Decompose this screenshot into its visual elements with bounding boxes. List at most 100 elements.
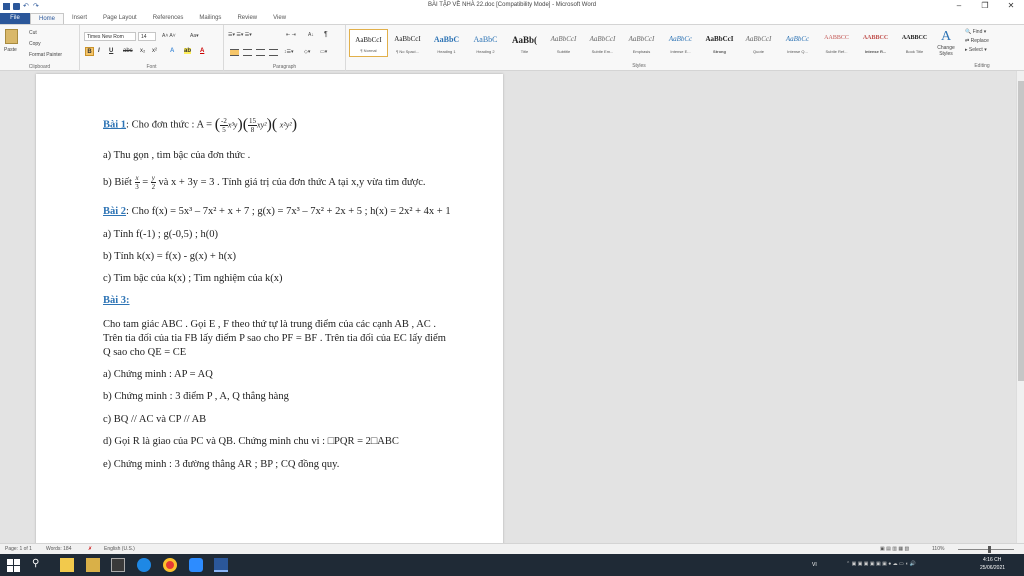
word-taskbar-icon[interactable] xyxy=(214,558,228,572)
justify-icon[interactable] xyxy=(269,49,278,56)
find-button[interactable]: 🔍 Find ▾ xyxy=(965,28,989,37)
tab-file[interactable]: File xyxy=(0,13,30,24)
zoom-app-icon[interactable] xyxy=(189,558,203,572)
language-indicator[interactable]: English (U.S.) xyxy=(104,546,135,552)
style-name: Quote xyxy=(753,49,764,54)
edge-icon[interactable] xyxy=(137,558,151,572)
line-spacing-icon[interactable]: ↕☰▾ xyxy=(284,49,294,55)
format-painter-button[interactable]: Format Painter xyxy=(29,52,62,58)
tab-home[interactable]: Home xyxy=(30,13,65,24)
style-sample: AaBbCcI xyxy=(550,35,577,43)
paste-icon[interactable] xyxy=(5,29,18,44)
style-name: ¶ Normal xyxy=(360,48,377,53)
file-explorer-icon[interactable] xyxy=(60,558,74,572)
style-subtitle[interactable]: AaBbCcI Subtitle xyxy=(544,29,583,57)
style-subtle-reference[interactable]: AABBCC Subtle Ref... xyxy=(817,29,856,57)
windows-start-icon[interactable] xyxy=(6,558,20,572)
close-button[interactable]: ✕ xyxy=(998,0,1024,12)
style-name: Subtle Em... xyxy=(591,49,614,54)
style-sample: AaBbCcI xyxy=(745,35,772,43)
align-center-icon[interactable] xyxy=(243,49,252,56)
style-strong[interactable]: AaBbCcI Strong xyxy=(700,29,739,57)
scrollbar-thumb[interactable] xyxy=(1018,81,1024,381)
style-emphasis[interactable]: AaBbCcI Emphasis xyxy=(622,29,661,57)
clock-time[interactable]: 4:16 CH xyxy=(983,557,1001,563)
ribbon: Paste Cut Copy Format Painter Clipboard … xyxy=(0,24,1024,71)
style-title[interactable]: AaBb(Title xyxy=(505,29,544,57)
zoom-slider[interactable] xyxy=(958,546,1014,553)
store-icon[interactable] xyxy=(86,558,100,572)
replace-button[interactable]: ⇄ Replace xyxy=(965,37,989,46)
bai3-d: d) Gọi R là giao của PC và QB. Chứng min… xyxy=(103,436,399,447)
paste-button[interactable]: Paste xyxy=(4,47,17,53)
tab-references[interactable]: References xyxy=(145,13,192,24)
clipboard-group: Paste Cut Copy Format Painter Clipboard xyxy=(0,25,80,71)
bullets-icon[interactable]: ☰▾ ☰▾ ☰▾ xyxy=(228,32,252,38)
style-heading-1[interactable]: AaBbC Heading 1 xyxy=(427,29,466,57)
style-intense-quote[interactable]: AaBbCc Intense Q... xyxy=(778,29,817,57)
select-button[interactable]: ▸ Select ▾ xyxy=(965,46,989,55)
superscript-button[interactable]: x² xyxy=(152,48,157,54)
font-color-icon[interactable]: A xyxy=(200,48,204,54)
highlight-icon[interactable]: ab xyxy=(184,48,192,54)
tray-icons[interactable]: ⌃ ▣ ▣ ▣ ▣ ▣ ▣ ● ☁ ▭ ◖ 🔊 xyxy=(846,561,916,567)
align-left-icon[interactable] xyxy=(230,49,239,56)
style-intense-emphasis[interactable]: AaBbCc Intense E... xyxy=(661,29,700,57)
change-styles-label: Change Styles xyxy=(937,45,955,57)
tab-view[interactable]: View xyxy=(265,13,294,24)
proofing-icon[interactable]: ✗ xyxy=(88,546,92,552)
copy-button[interactable]: Copy xyxy=(29,41,41,47)
tab-review[interactable]: Review xyxy=(229,13,265,24)
style-heading-2[interactable]: AaBbC Heading 2 xyxy=(466,29,505,57)
grow-font-icon[interactable]: A˄ A˅ xyxy=(162,33,176,39)
style-quote[interactable]: AaBbCcI Quote xyxy=(739,29,778,57)
view-buttons-icon[interactable]: ▣ ▤ ▥ ▦ ▧ xyxy=(880,546,909,552)
zoom-slider-knob[interactable] xyxy=(988,546,991,553)
italic-button[interactable]: I xyxy=(98,48,100,54)
borders-icon[interactable]: ▭▾ xyxy=(320,49,327,55)
align-right-icon[interactable] xyxy=(256,49,265,56)
style-subtle-emphasis[interactable]: AaBbCcI Subtle Em... xyxy=(583,29,622,57)
change-styles-button[interactable]: A Change Styles xyxy=(932,29,960,57)
shading-icon[interactable]: ◇▾ xyxy=(304,49,310,55)
sort-icon[interactable]: A↓ xyxy=(308,32,314,38)
font-name-dropdown[interactable]: Times New Rom xyxy=(84,32,136,41)
calculator-icon[interactable] xyxy=(111,558,125,572)
document-page[interactable]: Bài 1: Cho đơn thức : A = (-2 5 x³y)(15 8 xy… xyxy=(36,74,503,543)
cut-button[interactable]: Cut xyxy=(29,30,37,36)
tab-page-layout[interactable]: Page Layout xyxy=(95,13,145,24)
style-no-spacing[interactable]: AaBbCcI ¶ No Spaci... xyxy=(388,29,427,57)
chrome-icon[interactable] xyxy=(163,558,177,572)
underline-button[interactable]: U xyxy=(109,48,113,54)
bai1-b-pre: b) Biết xyxy=(103,176,132,188)
title-bar: ↶ ↷ BÀI TẬP VỀ NHÀ 22.doc [Compatibility… xyxy=(0,0,1024,12)
bai3-e: e) Chứng minh : 3 đường thẳng AR ; BP ; … xyxy=(103,459,340,470)
search-icon[interactable]: ⚲ xyxy=(32,558,46,572)
page-count[interactable]: Page: 1 of 1 xyxy=(5,546,32,552)
strikethrough-button[interactable]: abc xyxy=(123,48,133,54)
minimize-button[interactable]: – xyxy=(946,0,972,12)
style-intense-reference[interactable]: AABBCC Intense R... xyxy=(856,29,895,57)
clock-date[interactable]: 25/06/2021 xyxy=(980,565,1005,571)
font-size-dropdown[interactable]: 14 xyxy=(138,32,156,41)
tab-mailings[interactable]: Mailings xyxy=(191,13,229,24)
bai1-a: a) Thu gọn , tìm bậc của đơn thức . xyxy=(103,150,251,161)
style-normal[interactable]: AaBbCcI ¶ Normal xyxy=(349,29,388,57)
bai3-c: c) BQ // AC và CP // AB xyxy=(103,414,207,425)
zoom-level[interactable]: 110% xyxy=(932,546,944,552)
subscript-button[interactable]: x₂ xyxy=(140,48,145,54)
bai1-b-post: và x + 3y = 3 . Tính giá trị của đơn thứ… xyxy=(158,176,426,188)
show-marks-icon[interactable]: ¶ xyxy=(324,31,328,38)
tab-insert[interactable]: Insert xyxy=(64,13,95,24)
style-book-title[interactable]: AABBCC Book Title xyxy=(895,29,934,57)
bai2-title: Bài 2 xyxy=(103,206,127,217)
word-count[interactable]: Words: 184 xyxy=(46,546,71,552)
vertical-scrollbar[interactable] xyxy=(1016,71,1024,543)
restore-button[interactable]: ❐ xyxy=(972,0,998,12)
change-case-icon[interactable]: Aa▾ xyxy=(190,33,199,39)
text-effects-icon[interactable]: A xyxy=(170,48,174,54)
input-language[interactable]: VI xyxy=(812,562,817,568)
indent-icon[interactable]: ⇤ ⇥ xyxy=(286,32,296,38)
bai1-b-line: b) Biết x3 = y2 và x + 3y = 3 . Tính giá… xyxy=(103,174,426,191)
bold-button[interactable]: B xyxy=(85,47,94,56)
